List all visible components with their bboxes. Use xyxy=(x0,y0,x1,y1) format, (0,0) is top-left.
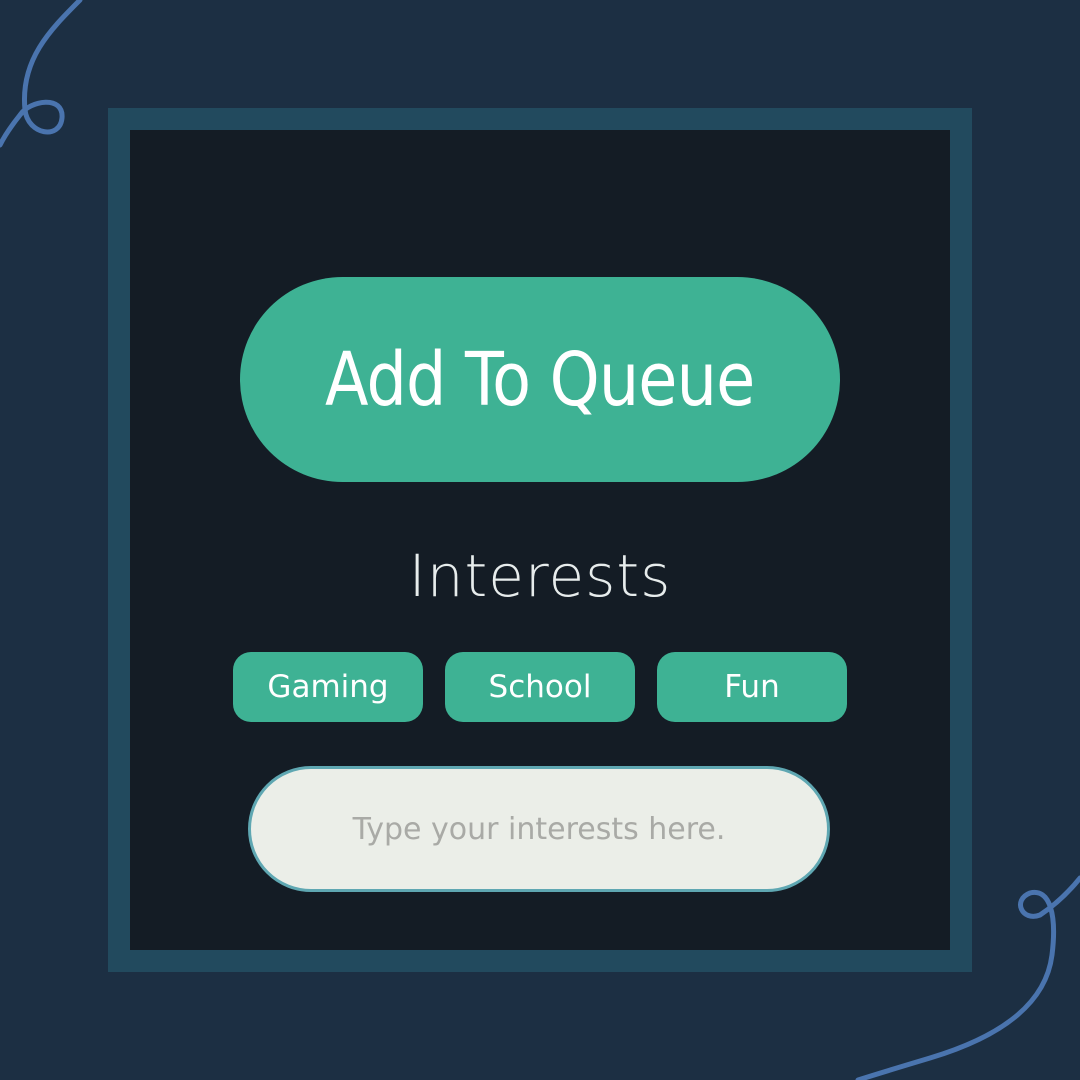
tag-fun[interactable]: Fun xyxy=(657,652,847,722)
tag-gaming[interactable]: Gaming xyxy=(233,652,423,722)
tag-school[interactable]: School xyxy=(445,652,635,722)
interests-heading: Interests xyxy=(408,542,672,610)
add-to-queue-label: Add To Queue xyxy=(325,336,755,423)
add-to-queue-button[interactable]: Add To Queue xyxy=(240,277,840,482)
interests-input[interactable] xyxy=(248,766,830,892)
